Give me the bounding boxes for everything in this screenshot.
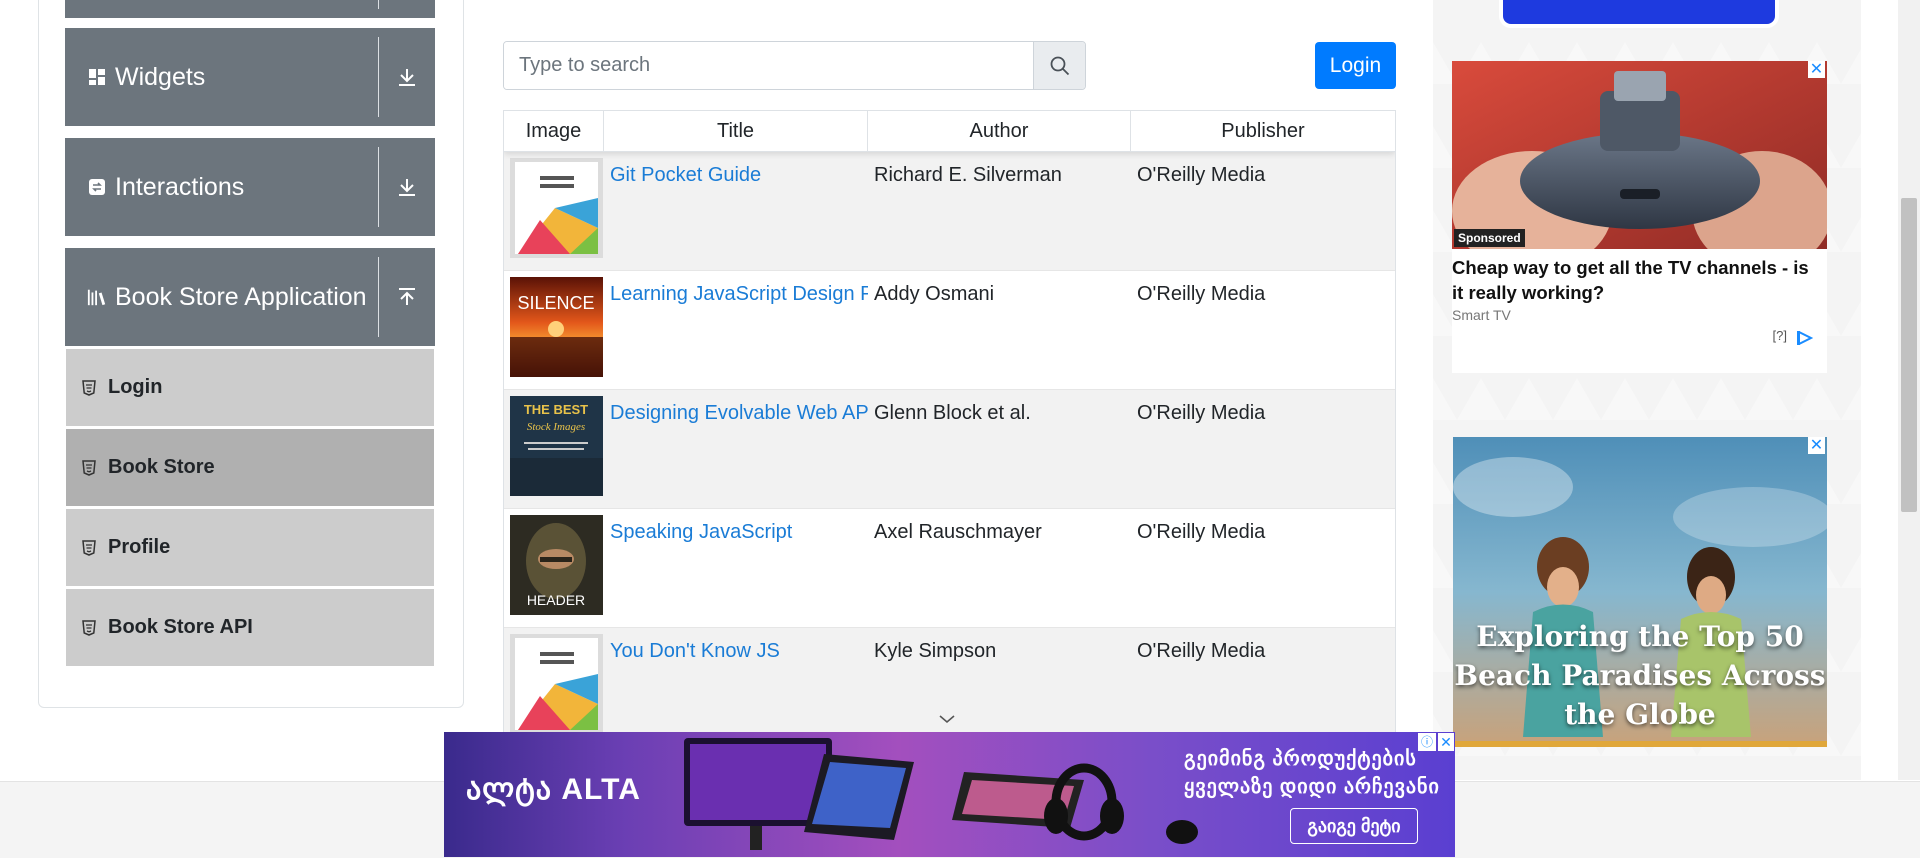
book-cover-image xyxy=(510,634,603,732)
interactions-icon xyxy=(87,177,107,197)
ad-button-partial[interactable] xyxy=(1503,0,1775,24)
book-publisher: O'Reilly Media xyxy=(1137,402,1266,424)
book-author: Kyle Simpson xyxy=(874,640,997,662)
book-publisher: O'Reilly Media xyxy=(1137,521,1266,543)
scrollbar-thumb[interactable] xyxy=(1901,198,1917,512)
book-publisher: O'Reilly Media xyxy=(1137,283,1266,305)
book-title-link[interactable]: Learning JavaScript Design Patterns xyxy=(610,283,868,305)
separator xyxy=(378,257,379,337)
sidebar-item-label: Login xyxy=(108,376,163,398)
adchoices-icon[interactable] xyxy=(1797,331,1813,345)
column-header-image[interactable]: Image xyxy=(504,111,604,151)
separator xyxy=(378,147,379,227)
book-title-link[interactable]: Speaking JavaScript xyxy=(610,521,792,543)
book-title-link[interactable]: Designing Evolvable Web APIs with ASP.NE… xyxy=(610,402,868,424)
book-author: Axel Rauschmayer xyxy=(874,521,1042,543)
close-icon[interactable]: ✕ xyxy=(1438,733,1454,751)
sidebar-group-label: Widgets xyxy=(115,62,206,91)
book-cover-image xyxy=(510,158,603,258)
books-table: Image Title Author Publisher Git Pocket … xyxy=(503,110,1396,733)
svg-text:Stock Images: Stock Images xyxy=(527,421,585,433)
search-icon[interactable] xyxy=(1033,42,1085,89)
ad-beach-paradises[interactable]: Exploring the Top 50 Beach Paradises Acr… xyxy=(1453,437,1827,747)
ad-title[interactable]: Exploring the Top 50 Beach Paradises Acr… xyxy=(1453,617,1827,734)
book-cover-cell: SILENCE xyxy=(504,271,604,389)
sidebar-item-label: Book Store xyxy=(108,456,215,478)
html5-icon xyxy=(82,459,98,476)
chevron-down-icon[interactable] xyxy=(938,713,956,725)
info-icon[interactable]: ⓘ xyxy=(1418,733,1436,751)
banner-cta-button[interactable]: გაიგე მეტი xyxy=(1290,808,1418,844)
separator xyxy=(378,37,379,117)
sidebar-group-label: Book Store Application xyxy=(115,282,367,311)
ad-tv-channels[interactable]: Sponsored Cheap way to get all the TV ch… xyxy=(1452,61,1827,373)
page-scrollbar[interactable] xyxy=(1898,0,1920,780)
sidebar-item-profile[interactable]: Profile xyxy=(66,509,434,587)
sidebar-item-book-store[interactable]: Book Store xyxy=(66,429,434,507)
ad-title[interactable]: Cheap way to get all the TV channels - i… xyxy=(1452,255,1824,305)
svg-text:THE BEST: THE BEST xyxy=(524,402,588,417)
book-cover-cell xyxy=(504,628,604,732)
banner-headline-1: გეიმინგ პროდუქტების xyxy=(1184,748,1417,770)
book-author: Glenn Block et al. xyxy=(874,402,1031,424)
widgets-icon xyxy=(87,67,107,87)
html5-icon xyxy=(82,379,98,396)
banner-logo: ალტა ALTA xyxy=(466,773,641,806)
book-cover-cell xyxy=(504,152,604,270)
html5-icon xyxy=(82,619,98,636)
book-cover-image: HEADER xyxy=(510,515,603,615)
table-row: Git Pocket Guide Richard E. Silverman O'… xyxy=(504,152,1395,271)
login-button[interactable]: Login xyxy=(1315,42,1396,89)
book-publisher: O'Reilly Media xyxy=(1137,640,1266,662)
separator xyxy=(378,0,379,9)
book-publisher: O'Reilly Media xyxy=(1137,164,1266,186)
books-icon xyxy=(87,287,107,307)
sidebar-item-label: Profile xyxy=(108,536,171,558)
sidebar-group-widgets[interactable]: Widgets xyxy=(65,28,435,126)
close-icon[interactable]: ✕ xyxy=(1808,437,1825,454)
svg-text:SILENCE: SILENCE xyxy=(517,293,594,313)
sidebar-group-interactions[interactable]: Interactions xyxy=(65,138,435,236)
column-header-publisher[interactable]: Publisher xyxy=(1131,111,1395,151)
table-row: HEADER Speaking JavaScript Axel Rauschma… xyxy=(504,509,1395,628)
book-cover-cell: THE BEST Stock Images xyxy=(504,390,604,508)
sidebar-group-elements[interactable] xyxy=(65,0,435,18)
book-author: Richard E. Silverman xyxy=(874,164,1062,186)
book-author: Addy Osmani xyxy=(874,283,995,305)
ad-source: Smart TV xyxy=(1452,307,1511,323)
table-row: SILENCE Learning JavaScript Design Patte… xyxy=(504,271,1395,390)
svg-text:HEADER: HEADER xyxy=(527,592,585,608)
html5-icon xyxy=(82,539,98,556)
sidebar-group-book-store-application[interactable]: Book Store Application xyxy=(65,248,435,346)
collapse-up-icon[interactable] xyxy=(379,248,435,346)
ad-accent-bar xyxy=(1453,741,1827,747)
sidebar-item-label: Book Store API xyxy=(108,616,253,638)
ad-help-link[interactable]: [?] xyxy=(1773,328,1787,343)
book-cover-image: SILENCE xyxy=(510,277,603,377)
search-box xyxy=(503,41,1086,90)
book-cover-image: THE BEST Stock Images xyxy=(510,396,603,496)
sidebar-item-book-store-api[interactable]: Book Store API xyxy=(66,589,434,667)
ad-banner-alta[interactable]: ალტა ALTA გეიმინგ პროდუქტების ყველაზე დი… xyxy=(444,732,1455,857)
sidebar-group-label: Interactions xyxy=(115,172,245,201)
book-cover-cell: HEADER xyxy=(504,509,604,627)
book-title-link[interactable]: Git Pocket Guide xyxy=(610,164,761,186)
table-row: THE BEST Stock Images Designing Evolvabl… xyxy=(504,390,1395,509)
expand-down-icon[interactable] xyxy=(379,138,435,236)
banner-headline-2: ყველაზე დიდი არჩევანი xyxy=(1184,776,1440,798)
sidebar-item-login[interactable]: Login xyxy=(66,349,434,427)
column-header-title[interactable]: Title xyxy=(604,111,868,151)
column-header-author[interactable]: Author xyxy=(868,111,1131,151)
ad-image xyxy=(1452,61,1827,249)
table-header: Image Title Author Publisher xyxy=(504,111,1395,152)
book-title-link[interactable]: You Don't Know JS xyxy=(610,640,780,662)
search-input[interactable] xyxy=(504,42,1033,89)
expand-down-icon[interactable] xyxy=(379,28,435,126)
close-icon[interactable]: ✕ xyxy=(1808,61,1825,78)
sponsored-badge: Sponsored xyxy=(1454,229,1525,247)
